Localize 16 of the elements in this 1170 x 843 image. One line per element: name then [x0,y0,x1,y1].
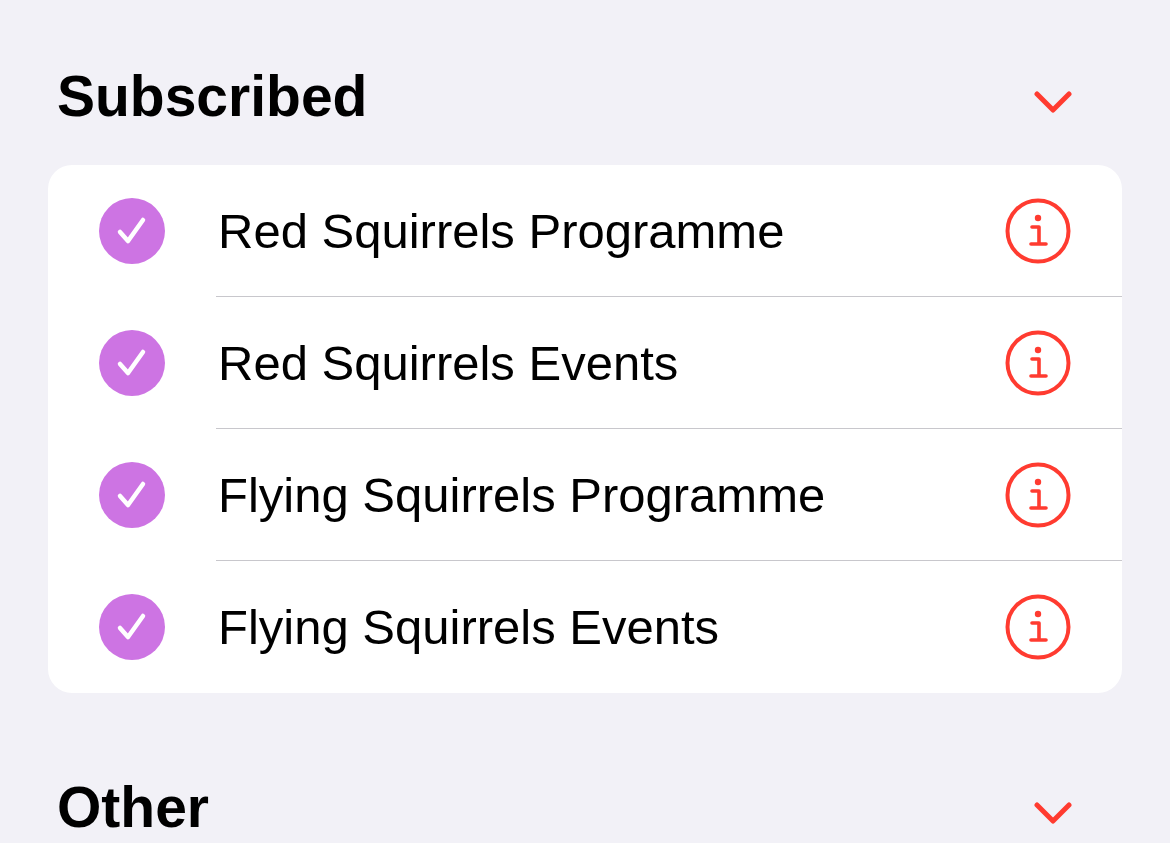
calendar-name: Red Squirrels Programme [218,202,785,260]
checked-circle-icon[interactable] [99,594,165,660]
checked-circle-icon[interactable] [99,330,165,396]
chevron-down-icon[interactable] [1034,802,1072,824]
calendar-name: Red Squirrels Events [218,334,679,392]
info-icon[interactable] [1005,197,1071,264]
checked-circle-icon[interactable] [99,198,165,264]
section-title: Other [57,774,210,841]
chevron-down-icon[interactable] [1034,91,1072,113]
section-title: Subscribed [57,63,368,130]
calendar-name: Flying Squirrels Programme [218,466,826,524]
info-icon[interactable] [1005,594,1071,660]
info-icon[interactable] [1005,329,1071,396]
checked-circle-icon[interactable] [99,462,165,528]
info-icon[interactable] [1005,461,1071,528]
calendar-name: Flying Squirrels Events [218,599,720,656]
